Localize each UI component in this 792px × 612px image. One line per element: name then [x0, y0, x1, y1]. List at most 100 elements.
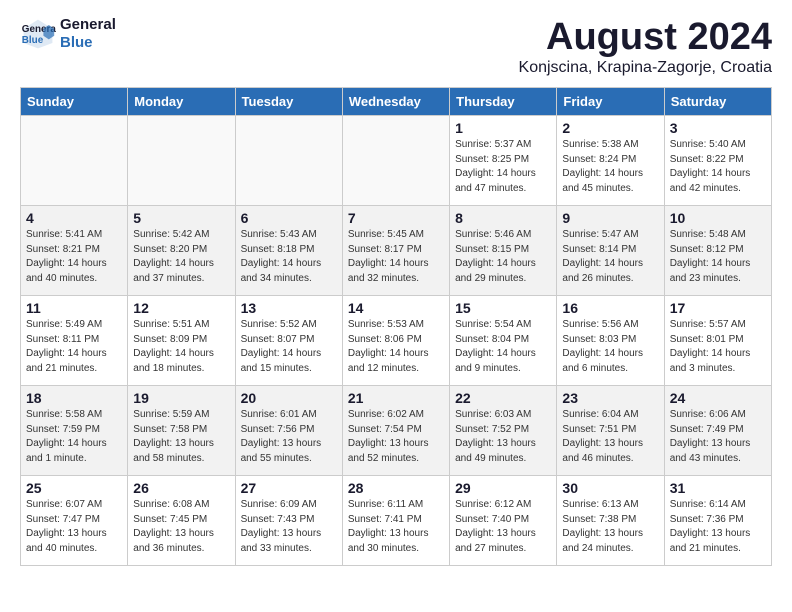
day-info: Sunrise: 6:07 AM Sunset: 7:47 PM Dayligh…	[26, 498, 122, 556]
day-info: Sunrise: 5:37 AM Sunset: 8:25 PM Dayligh…	[455, 138, 551, 196]
calendar-cell: 2 Sunrise: 5:38 AM Sunset: 8:24 PM Daylig…	[557, 116, 664, 206]
calendar-week-3: 11Sunrise: 5:49 AM Sunset: 8:11 PM Dayli…	[21, 296, 772, 386]
calendar-header-row: SundayMondayTuesdayWednesdayThursdayFrid…	[21, 88, 772, 116]
day-number: 1	[455, 120, 551, 136]
day-info: Sunrise: 5:53 AM Sunset: 8:06 PM Dayligh…	[348, 318, 444, 376]
day-number: 25	[26, 480, 122, 496]
day-info: Sunrise: 6:12 AM Sunset: 7:40 PM Dayligh…	[455, 498, 551, 556]
calendar-cell: 4 Sunrise: 5:41 AM Sunset: 8:21 PM Daylig…	[21, 206, 128, 296]
col-header-tuesday: Tuesday	[235, 88, 342, 116]
calendar-cell: 20 Sunrise: 6:01 AM Sunset: 7:56 PM Dayli…	[235, 386, 342, 476]
calendar-cell	[235, 116, 342, 206]
day-number: 14	[348, 300, 444, 316]
calendar-week-5: 25 Sunrise: 6:07 AM Sunset: 7:47 PM Dayli…	[21, 476, 772, 566]
col-header-wednesday: Wednesday	[342, 88, 449, 116]
day-number: 6	[241, 210, 337, 226]
subtitle: Konjscina, Krapina-Zagorje, Croatia	[519, 59, 772, 77]
calendar-cell: 16Sunrise: 5:56 AM Sunset: 8:03 PM Dayli…	[557, 296, 664, 386]
svg-text:Blue: Blue	[22, 35, 44, 46]
day-info: Sunrise: 6:11 AM Sunset: 7:41 PM Dayligh…	[348, 498, 444, 556]
day-number: 23	[562, 390, 658, 406]
day-info: Sunrise: 5:51 AM Sunset: 8:09 PM Dayligh…	[133, 318, 229, 376]
calendar-cell: 17 Sunrise: 5:57 AM Sunset: 8:01 PM Dayli…	[664, 296, 771, 386]
day-info: Sunrise: 6:06 AM Sunset: 7:49 PM Dayligh…	[670, 408, 766, 466]
calendar-cell: 9 Sunrise: 5:47 AM Sunset: 8:14 PM Daylig…	[557, 206, 664, 296]
calendar-cell: 8 Sunrise: 5:46 AM Sunset: 8:15 PM Daylig…	[450, 206, 557, 296]
calendar-cell: 10 Sunrise: 5:48 AM Sunset: 8:12 PM Dayli…	[664, 206, 771, 296]
day-info: Sunrise: 5:42 AM Sunset: 8:20 PM Dayligh…	[133, 228, 229, 286]
calendar-cell	[342, 116, 449, 206]
day-number: 17	[670, 300, 766, 316]
calendar-cell	[128, 116, 235, 206]
day-number: 2	[562, 120, 658, 136]
day-info: Sunrise: 5:58 AM Sunset: 7:59 PM Dayligh…	[26, 408, 122, 466]
calendar-cell: 18 Sunrise: 5:58 AM Sunset: 7:59 PM Dayli…	[21, 386, 128, 476]
col-header-saturday: Saturday	[664, 88, 771, 116]
day-number: 8	[455, 210, 551, 226]
col-header-monday: Monday	[128, 88, 235, 116]
calendar-cell: 24 Sunrise: 6:06 AM Sunset: 7:49 PM Dayli…	[664, 386, 771, 476]
calendar-cell: 29 Sunrise: 6:12 AM Sunset: 7:40 PM Dayli…	[450, 476, 557, 566]
day-number: 20	[241, 390, 337, 406]
day-info: Sunrise: 5:48 AM Sunset: 8:12 PM Dayligh…	[670, 228, 766, 286]
calendar-cell: 19 Sunrise: 5:59 AM Sunset: 7:58 PM Dayli…	[128, 386, 235, 476]
day-number: 22	[455, 390, 551, 406]
calendar-week-4: 18 Sunrise: 5:58 AM Sunset: 7:59 PM Dayli…	[21, 386, 772, 476]
day-number: 12	[133, 300, 229, 316]
day-info: Sunrise: 5:46 AM Sunset: 8:15 PM Dayligh…	[455, 228, 551, 286]
calendar-cell: 27 Sunrise: 6:09 AM Sunset: 7:43 PM Dayli…	[235, 476, 342, 566]
day-info: Sunrise: 5:38 AM Sunset: 8:24 PM Dayligh…	[562, 138, 658, 196]
col-header-thursday: Thursday	[450, 88, 557, 116]
day-info: Sunrise: 6:01 AM Sunset: 7:56 PM Dayligh…	[241, 408, 337, 466]
day-number: 19	[133, 390, 229, 406]
calendar-cell: 11Sunrise: 5:49 AM Sunset: 8:11 PM Dayli…	[21, 296, 128, 386]
day-number: 3	[670, 120, 766, 136]
day-info: Sunrise: 5:41 AM Sunset: 8:21 PM Dayligh…	[26, 228, 122, 286]
calendar-cell: 7Sunrise: 5:45 AM Sunset: 8:17 PM Daylig…	[342, 206, 449, 296]
day-info: Sunrise: 5:59 AM Sunset: 7:58 PM Dayligh…	[133, 408, 229, 466]
calendar-cell: 14 Sunrise: 5:53 AM Sunset: 8:06 PM Dayli…	[342, 296, 449, 386]
calendar-cell: 5 Sunrise: 5:42 AM Sunset: 8:20 PM Daylig…	[128, 206, 235, 296]
day-number: 30	[562, 480, 658, 496]
day-number: 31	[670, 480, 766, 496]
main-title: August 2024	[519, 16, 772, 59]
day-number: 18	[26, 390, 122, 406]
day-info: Sunrise: 5:43 AM Sunset: 8:18 PM Dayligh…	[241, 228, 337, 286]
logo-icon: General Blue	[20, 16, 56, 52]
day-info: Sunrise: 5:52 AM Sunset: 8:07 PM Dayligh…	[241, 318, 337, 376]
calendar-week-1: 1 Sunrise: 5:37 AM Sunset: 8:25 PM Daylig…	[21, 116, 772, 206]
calendar-cell: 13 Sunrise: 5:52 AM Sunset: 8:07 PM Dayli…	[235, 296, 342, 386]
day-info: Sunrise: 5:54 AM Sunset: 8:04 PM Dayligh…	[455, 318, 551, 376]
calendar-cell	[21, 116, 128, 206]
day-number: 4	[26, 210, 122, 226]
day-number: 29	[455, 480, 551, 496]
calendar-cell: 21Sunrise: 6:02 AM Sunset: 7:54 PM Dayli…	[342, 386, 449, 476]
day-number: 24	[670, 390, 766, 406]
day-info: Sunrise: 5:45 AM Sunset: 8:17 PM Dayligh…	[348, 228, 444, 286]
logo: General Blue GeneralBlue	[20, 16, 116, 52]
day-info: Sunrise: 5:47 AM Sunset: 8:14 PM Dayligh…	[562, 228, 658, 286]
calendar-cell: 23 Sunrise: 6:04 AM Sunset: 7:51 PM Dayli…	[557, 386, 664, 476]
day-info: Sunrise: 6:13 AM Sunset: 7:38 PM Dayligh…	[562, 498, 658, 556]
calendar-cell: 31Sunrise: 6:14 AM Sunset: 7:36 PM Dayli…	[664, 476, 771, 566]
day-info: Sunrise: 6:03 AM Sunset: 7:52 PM Dayligh…	[455, 408, 551, 466]
calendar-week-2: 4 Sunrise: 5:41 AM Sunset: 8:21 PM Daylig…	[21, 206, 772, 296]
day-info: Sunrise: 6:08 AM Sunset: 7:45 PM Dayligh…	[133, 498, 229, 556]
day-info: Sunrise: 6:04 AM Sunset: 7:51 PM Dayligh…	[562, 408, 658, 466]
logo-name: GeneralBlue	[60, 16, 116, 52]
calendar-cell: 28 Sunrise: 6:11 AM Sunset: 7:41 PM Dayli…	[342, 476, 449, 566]
day-number: 5	[133, 210, 229, 226]
day-info: Sunrise: 6:09 AM Sunset: 7:43 PM Dayligh…	[241, 498, 337, 556]
day-info: Sunrise: 5:57 AM Sunset: 8:01 PM Dayligh…	[670, 318, 766, 376]
calendar-cell: 6 Sunrise: 5:43 AM Sunset: 8:18 PM Daylig…	[235, 206, 342, 296]
day-number: 28	[348, 480, 444, 496]
day-number: 27	[241, 480, 337, 496]
day-number: 13	[241, 300, 337, 316]
calendar-cell: 12 Sunrise: 5:51 AM Sunset: 8:09 PM Dayli…	[128, 296, 235, 386]
calendar-cell: 22 Sunrise: 6:03 AM Sunset: 7:52 PM Dayli…	[450, 386, 557, 476]
title-block: August 2024 Konjscina, Krapina-Zagorje, …	[519, 16, 772, 77]
calendar-cell: 26Sunrise: 6:08 AM Sunset: 7:45 PM Dayli…	[128, 476, 235, 566]
calendar-cell: 15Sunrise: 5:54 AM Sunset: 8:04 PM Dayli…	[450, 296, 557, 386]
day-number: 9	[562, 210, 658, 226]
day-number: 10	[670, 210, 766, 226]
